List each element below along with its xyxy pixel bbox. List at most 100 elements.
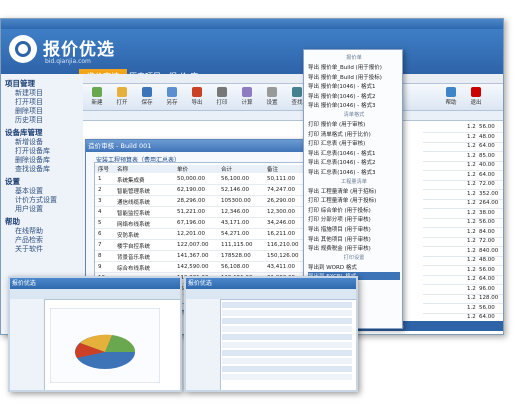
grid-row	[222, 302, 352, 308]
sidebar-item[interactable]: 关于软件	[15, 244, 43, 254]
menu-item[interactable]: 打印 汇总表 (用于审核)	[308, 139, 400, 147]
table-row[interactable]: 1.2 40.00	[423, 162, 503, 171]
table-cell: 8	[98, 253, 102, 259]
menu-item[interactable]: 打印 分部分项 (用于审核)	[308, 215, 400, 223]
table-cell: 116,210.00	[267, 242, 299, 248]
table-row[interactable]: 1.2 64.00	[423, 276, 503, 285]
table-cell: 48.00	[479, 257, 495, 263]
menu-item[interactable]: 导出到 WORD 格式	[308, 263, 400, 271]
table-cell: 54,271.00	[221, 231, 249, 237]
menu-item[interactable]: 导出 报价单(1046) - 格式1	[308, 82, 400, 90]
thumbnail-sidebar	[186, 299, 221, 390]
table-cell: 264.00	[479, 200, 499, 206]
table-cell: 12,201.00	[177, 231, 205, 237]
menu-item[interactable]: 导出 工程量清单 (用于招标)	[308, 187, 400, 195]
menu-item[interactable]: 打印 报价单 (用于审核)	[308, 120, 400, 128]
menu-item[interactable]: 导出 汇总表(1046) - 格式3	[308, 168, 400, 176]
table-cell: 74,247.00	[267, 187, 295, 193]
table-row[interactable]: 1.2 72.00	[423, 181, 503, 190]
table-row[interactable]: 1.2 48.00	[423, 134, 503, 143]
table-cell: 28,296.00	[177, 198, 205, 204]
table-cell: 1.2	[467, 238, 476, 244]
table-row[interactable]: 1.2 96.00	[423, 286, 503, 295]
table-row[interactable]: 1.2 38.00	[423, 210, 503, 219]
table-cell: 1.2	[467, 133, 476, 140]
table-cell: 系统集成费	[117, 178, 145, 184]
table-row[interactable]: 1.2 72.00	[423, 238, 503, 247]
table-row[interactable]: 8 背景音乐系统 141,367.00 178528.00 150,126.00	[95, 252, 311, 262]
table-cell: 43,411.00	[267, 264, 295, 270]
table-cell: 智能监控系统	[117, 211, 151, 217]
menu-item[interactable]: 导出 措施项目 (用于审核)	[308, 225, 400, 233]
menu-item[interactable]: 导出 汇总表(1046) - 格式2	[308, 158, 400, 166]
table-row[interactable]: 1.2 56.00	[423, 267, 503, 276]
menu-item[interactable]: 导出 报价单_Build (用于投标)	[308, 73, 400, 81]
table-row[interactable]: 1.2 64.00	[423, 143, 503, 152]
table-cell: 1.2	[467, 200, 476, 206]
table-row[interactable]: 1.2 56.00	[423, 219, 503, 228]
table-row[interactable]: 7 楼宇自控系统 122,007.00 111,115.00 116,210.00	[95, 241, 311, 251]
table-cell: 1.2	[467, 124, 476, 130]
table-cell: 1.2	[467, 228, 476, 235]
table-row[interactable]: 6 安防系统 12,201.00 54,271.00 16,211.00	[95, 230, 311, 240]
sidebar-item[interactable]: 历史项目	[15, 115, 43, 125]
thumbnail-spreadsheet: 报价优选	[184, 276, 358, 392]
logo-ring	[15, 41, 31, 57]
table-row[interactable]: 1.2 128.00	[423, 295, 503, 304]
table-row[interactable]: 1.2 352.00	[423, 191, 503, 200]
table-cell: 84.00	[479, 228, 495, 235]
table-cell: 48.00	[479, 133, 495, 140]
table-cell: 56,108.00	[221, 264, 249, 270]
table-cell: 56.00	[479, 266, 495, 273]
thumbnail-chart: 报价优选	[8, 276, 182, 392]
table-cell: 50,000.00	[177, 176, 205, 182]
thumbnail-sidebar	[10, 299, 45, 390]
grid-row	[222, 366, 352, 372]
menu-item[interactable]: 导出 报价单(1046) - 格式3	[308, 101, 400, 109]
table-row[interactable]: 1.2 84.00	[423, 229, 503, 238]
table-cell: 2	[98, 187, 102, 193]
table-row[interactable]: 5 网络布线系统 67,196.00 43,171.00 34,246.00	[95, 219, 311, 229]
brand-url: bid.qianjia.com	[45, 58, 91, 65]
grid-row	[222, 342, 352, 348]
menu-item[interactable]: 导出 汇总表(1046) - 格式1	[308, 149, 400, 157]
menu-item[interactable]: 打印 工程量清单 (用于投标)	[308, 196, 400, 204]
table-cell: 1.2	[467, 276, 476, 282]
menu-item[interactable]: 导出 报价单_Build (用于报价)	[308, 63, 400, 71]
table-row[interactable]: 2 智能管理系统 62,190.00 52,146.00 74,247.00	[95, 186, 311, 196]
table-cell: 34,246.00	[267, 220, 295, 226]
table-row[interactable]: 9 综合布线系统 142,590.00 56,108.00 43,411.00	[95, 263, 311, 273]
table-cell: 9	[98, 264, 102, 270]
table-cell: 56,100.00	[221, 176, 249, 182]
table-cell: 128.00	[479, 295, 499, 301]
table-cell: 52,146.00	[221, 187, 249, 193]
table-row[interactable]: 1.2 840.00	[423, 248, 503, 257]
table-cell: 64.00	[479, 171, 495, 178]
menu-item[interactable]: 导出 报价单(1046) - 格式2	[308, 92, 400, 100]
sidebar-item[interactable]: 用户设置	[15, 204, 43, 214]
menu-item[interactable]: 打印 综合单价 (用于投标)	[308, 206, 400, 214]
table-row[interactable]: 1.2 56.00	[423, 305, 503, 314]
table-cell: 6	[98, 231, 102, 237]
menu-section-label: 工程量清单	[341, 178, 367, 185]
table-row[interactable]: 1.2 48.00	[423, 257, 503, 266]
table-cell: 141,367.00	[177, 253, 209, 259]
table-row[interactable]: 1.2 85.00	[423, 153, 503, 162]
menu-item[interactable]: 导出 其他项目 (用于审核)	[308, 235, 400, 243]
table-row[interactable]: 1.2 264.00	[423, 200, 503, 209]
table-row[interactable]: 1.2 56.00	[423, 124, 503, 133]
menu-item[interactable]: 打印 清单格式 (用于比价)	[308, 130, 400, 138]
app-header: 报价优选 bid.qianjia.com 造价审核 历史项目 报 价 库	[1, 29, 503, 84]
table-row[interactable]: 3 通信线缆系统 28,296.00 105300.00 26,290.00	[95, 197, 311, 207]
table-cell: 64.00	[479, 314, 495, 320]
table-cell: 105300.00	[221, 198, 251, 204]
menu-item[interactable]: 导出 规费税金 (用于审核)	[308, 244, 400, 252]
sidebar-item[interactable]: 查找设备库	[15, 164, 50, 174]
table-cell: 85.00	[479, 152, 495, 159]
table-row[interactable]: 1 系统集成费 50,000.00 56,100.00 50,111.00	[95, 175, 311, 185]
table-row[interactable]: 1.2 64.00	[423, 172, 503, 181]
table-cell: 楼宇自控系统	[117, 244, 151, 250]
table-cell: 1.2	[467, 257, 476, 263]
table-cell: 网络布线系统	[117, 222, 151, 228]
table-row[interactable]: 4 智能监控系统 51,221.00 12,346.00 12,300.00	[95, 208, 311, 218]
